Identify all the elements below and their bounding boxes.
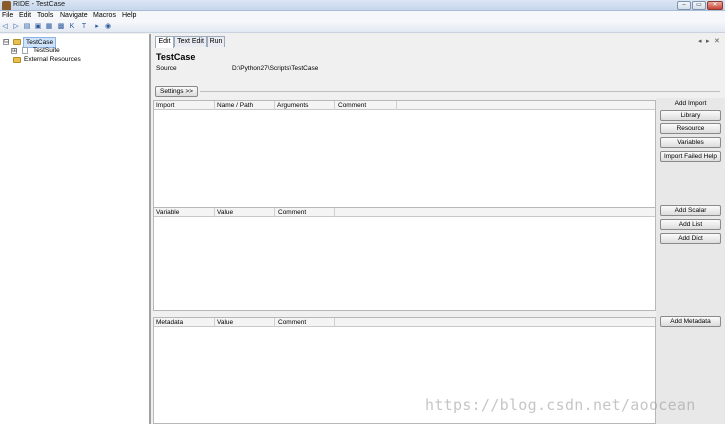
folder-icon [13, 39, 21, 45]
add-list-button[interactable]: Add List [660, 219, 721, 230]
expand-icon[interactable]: ⊞ [11, 48, 17, 54]
window-title: RIDE - TestCase [13, 1, 65, 8]
variables-button[interactable]: Variables [660, 137, 721, 148]
open-icon[interactable]: ▤ [23, 23, 31, 31]
minimize-button[interactable]: – [677, 1, 691, 10]
keyword-search-icon[interactable]: K [68, 23, 76, 31]
tab-edit[interactable]: Edit [155, 36, 174, 48]
tag-search-icon[interactable]: T [80, 23, 88, 31]
file-icon [22, 47, 28, 54]
column-header: Value [217, 209, 234, 216]
add-dict-button[interactable]: Add Dict [660, 233, 721, 244]
tree-item-external-resources[interactable]: External Resources [0, 55, 150, 64]
column-header: Name / Path [217, 102, 254, 109]
menu-tools[interactable]: Tools [37, 12, 53, 19]
add-scalar-button[interactable]: Add Scalar [660, 205, 721, 216]
column-separator [274, 318, 275, 327]
tab-run[interactable]: Run [207, 36, 225, 47]
save-all-icon[interactable]: ▩ [57, 23, 65, 31]
side-button-panel: Add Import Library Resource Variables Im… [656, 98, 725, 424]
menu-edit[interactable]: Edit [19, 12, 31, 19]
forward-icon[interactable]: ▷ [12, 23, 20, 31]
source-label: Source [156, 65, 177, 72]
resource-button[interactable]: Resource [660, 123, 721, 134]
column-header: Comment [278, 209, 307, 216]
collapse-icon[interactable]: ⊟ [3, 39, 9, 45]
page-title: TestCase [156, 52, 196, 62]
open-directory-icon[interactable]: ▣ [34, 23, 42, 31]
resources-folder-icon [13, 57, 21, 63]
project-tree: ⊟ TestCase ⊞ TestSuite External Resource… [0, 34, 151, 424]
maximize-button[interactable]: ▭ [692, 1, 706, 10]
settings-toggle-button[interactable]: Settings >> [155, 86, 198, 97]
menu-help[interactable]: Help [122, 12, 136, 19]
tab-prev-icon[interactable]: ◂ [698, 37, 702, 45]
tree-item-testsuite[interactable]: ⊞ TestSuite [0, 46, 150, 55]
title-bar: RIDE - TestCase – ▭ ✕ [0, 0, 725, 11]
stop-icon[interactable]: ◉ [104, 23, 112, 31]
settings-divider [200, 91, 720, 92]
tab-close-icon[interactable]: ✕ [714, 37, 720, 45]
save-icon[interactable]: ▦ [45, 23, 53, 31]
column-header: Variable [156, 209, 180, 216]
source-path: D:\Python27\Scripts\TestCase [232, 65, 319, 72]
column-separator [334, 101, 335, 110]
tree-item-label: TestSuite [33, 47, 60, 54]
column-separator [334, 208, 335, 217]
tab-next-icon[interactable]: ▸ [706, 37, 710, 45]
column-separator [274, 101, 275, 110]
tree-item-testcase[interactable]: ⊟ TestCase [0, 37, 150, 48]
import-table-header: Import Name / Path Arguments Comment [154, 101, 655, 110]
column-header: Comment [338, 102, 367, 109]
menu-file[interactable]: File [2, 12, 13, 19]
import-table[interactable]: Import Name / Path Arguments Comment [153, 100, 656, 211]
ride-app-icon [2, 1, 11, 10]
run-icon[interactable]: ▸ [93, 23, 101, 31]
column-header: Import [156, 102, 175, 109]
editor-tabs: Edit Text Edit Run ◂ ▸ ✕ [153, 36, 725, 48]
watermark-text: https://blog.csdn.net/aoocean [425, 396, 696, 414]
variable-table-header: Variable Value Comment [154, 208, 655, 217]
menu-macros[interactable]: Macros [93, 12, 116, 19]
column-separator [274, 208, 275, 217]
back-icon[interactable]: ◁ [1, 23, 9, 31]
variable-table[interactable]: Variable Value Comment [153, 207, 656, 311]
tab-text-edit[interactable]: Text Edit [174, 36, 207, 47]
import-failed-help-button[interactable]: Import Failed Help [660, 151, 721, 162]
metadata-table-header: Metadata Value Comment [154, 318, 655, 327]
column-separator [334, 318, 335, 327]
column-separator [214, 318, 215, 327]
column-separator [214, 101, 215, 110]
column-separator [396, 101, 397, 110]
column-header: Metadata [156, 319, 184, 326]
toolbar: ◁ ▷ ▤ ▣ ▦ ▩ K T ▸ ◉ [0, 21, 725, 33]
column-header: Value [217, 319, 234, 326]
library-button[interactable]: Library [660, 110, 721, 121]
column-header: Comment [278, 319, 307, 326]
close-window-button[interactable]: ✕ [707, 1, 723, 10]
menu-navigate[interactable]: Navigate [60, 12, 88, 19]
menu-bar: File Edit Tools Navigate Macros Help [0, 11, 725, 21]
editor-panel: Edit Text Edit Run ◂ ▸ ✕ TestCase Source… [153, 34, 725, 424]
column-separator [214, 208, 215, 217]
tree-item-label: External Resources [24, 56, 81, 63]
add-metadata-button[interactable]: Add Metadata [660, 316, 721, 327]
column-header: Arguments [277, 102, 309, 109]
add-import-label: Add Import [674, 100, 707, 107]
